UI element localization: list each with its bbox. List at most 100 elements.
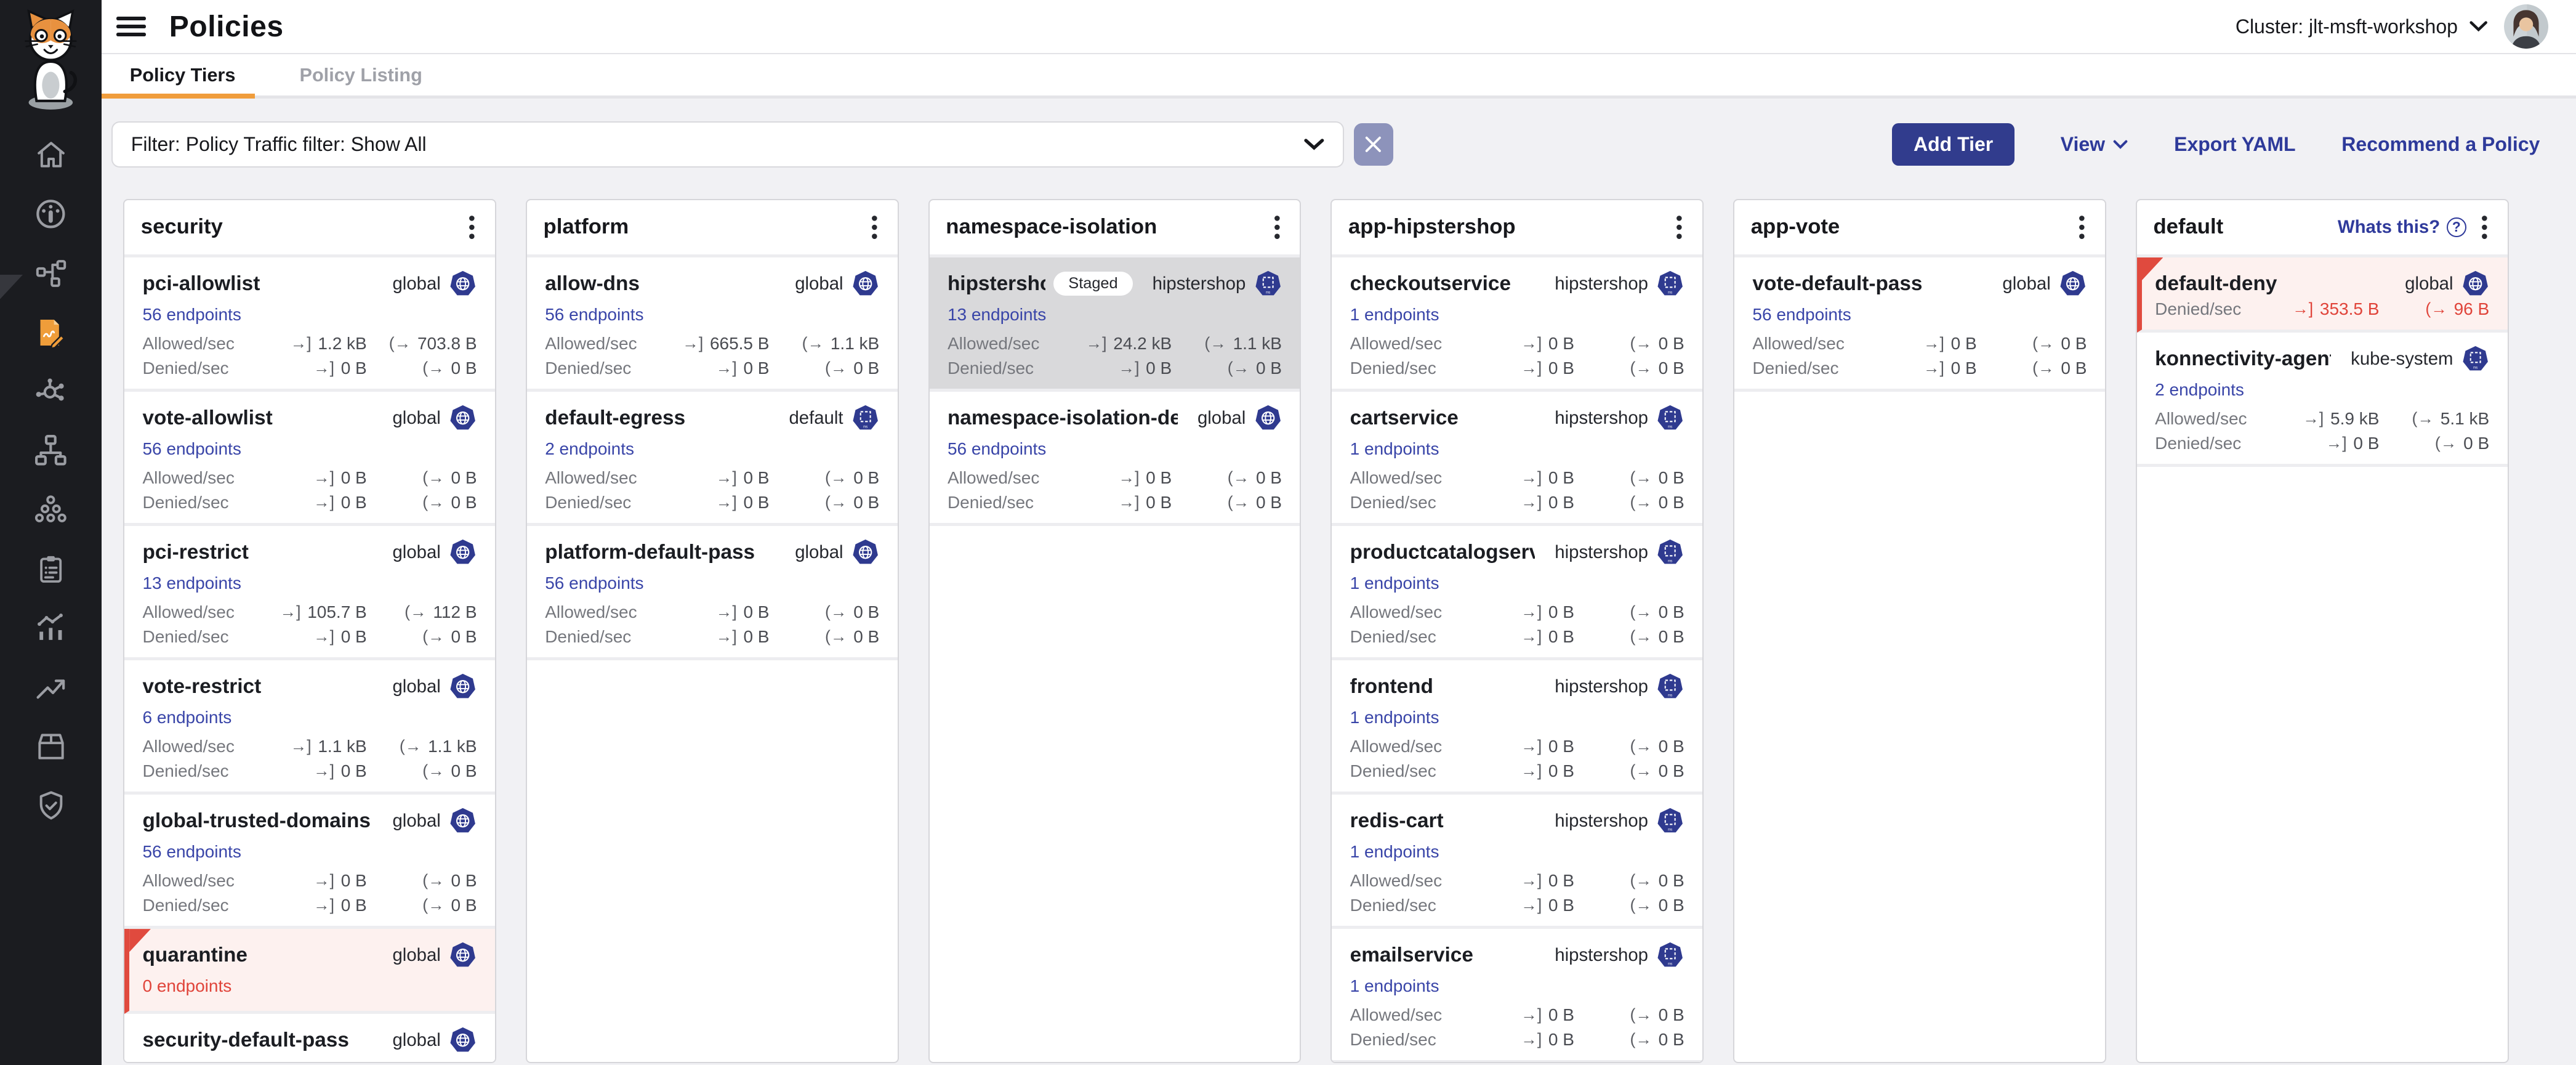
endpoints-link[interactable]: 56 endpoints: [948, 439, 1046, 459]
chevron-down-icon: [1303, 138, 1325, 151]
tab-policy-listing[interactable]: Policy Listing: [272, 54, 442, 95]
endpoints-link[interactable]: 56 endpoints: [545, 305, 643, 325]
tier-title: default: [2153, 215, 2223, 239]
policy-card-frontend[interactable]: frontend hipstershop ns 1 endpoints Allo…: [1332, 660, 1702, 795]
policy-card-vote-default-pass[interactable]: vote-default-pass global 56 endpoints Al…: [1734, 257, 2105, 392]
policy-scope-label: global: [392, 676, 440, 697]
sidebar-item-service-graph[interactable]: [0, 362, 102, 421]
global-icon: [449, 807, 477, 835]
policy-card-security-default-pass[interactable]: security-default-pass global: [124, 1014, 495, 1063]
sidebar-item-dashboard[interactable]: [0, 184, 102, 243]
whats-this-link[interactable]: Whats this? ?: [2338, 217, 2466, 238]
sidebar-item-topology[interactable]: [0, 421, 102, 480]
policy-card-platform-default-pass[interactable]: platform-default-pass global 56 endpoint…: [527, 526, 898, 660]
policy-card-quarantine[interactable]: quarantine global 0 endpoints: [124, 929, 495, 1014]
policy-card-cartservice[interactable]: cartservice hipstershop ns 1 endpoints A…: [1332, 392, 1702, 526]
policy-scope-label: hipstershop: [1555, 945, 1648, 966]
menu-icon[interactable]: [116, 17, 146, 36]
denied-per-sec-egress-value: 0 B: [853, 493, 879, 512]
allowed-per-sec-egress-value: 0 B: [451, 468, 477, 488]
endpoints-link[interactable]: 1 endpoints: [1350, 573, 1439, 593]
policy-traffic-filter-select[interactable]: Filter: Policy Traffic filter: Show All: [111, 121, 1343, 168]
endpoints-link[interactable]: 56 endpoints: [142, 305, 241, 325]
endpoints-link[interactable]: 56 endpoints: [1752, 305, 1851, 325]
svg-text:ns: ns: [1668, 962, 1673, 966]
denied-per-sec-label: Denied/sec: [545, 493, 631, 512]
endpoints-link[interactable]: 13 endpoints: [948, 305, 1046, 325]
cluster-selector[interactable]: Cluster: jlt-msft-workshop: [2236, 15, 2487, 38]
policy-card-default-deny[interactable]: default-deny global Denied/sec →]353.5 B…: [2137, 257, 2508, 333]
policy-card-vote-allowlist[interactable]: vote-allowlist global 56 endpoints Allow…: [124, 392, 495, 526]
sidebar-item-threat-defense[interactable]: [0, 776, 102, 835]
endpoints-link[interactable]: 6 endpoints: [142, 708, 231, 727]
denied-per-sec-ingress-value: 0 B: [1548, 896, 1574, 915]
allowed-per-sec-egress-value: 0 B: [1659, 334, 1684, 354]
global-icon: [449, 941, 477, 969]
policy-scope-label: kube-system: [2351, 349, 2453, 370]
endpoints-link[interactable]: 56 endpoints: [142, 842, 241, 862]
policy-card-pci-restrict[interactable]: pci-restrict global 13 endpoints Allowed…: [124, 526, 495, 660]
view-button[interactable]: View: [2061, 133, 2128, 156]
policy-card-global-trusted-domains[interactable]: global-trusted-domains global 56 endpoin…: [124, 795, 495, 929]
endpoints-link[interactable]: 56 endpoints: [545, 573, 643, 593]
policy-card-productcatalogservice[interactable]: productcatalogservice hipstershop ns 1 e…: [1332, 526, 1702, 660]
sidebar-item-compliance-reports[interactable]: [0, 540, 102, 599]
tier-menu-icon[interactable]: [868, 213, 881, 241]
denied-per-sec-label: Denied/sec: [1350, 761, 1436, 781]
policy-card-namespace-isolation-default-p…[interactable]: namespace-isolation-default-p… global 56…: [930, 392, 1300, 526]
endpoints-link[interactable]: 1 endpoints: [1350, 305, 1439, 325]
policy-card-default-egress[interactable]: default-egress default ns 2 endpoints Al…: [527, 392, 898, 526]
sidebar-item-threat-trends[interactable]: [0, 658, 102, 717]
network-sets-icon: [34, 256, 68, 291]
clear-filter-button[interactable]: [1354, 123, 1393, 166]
user-avatar[interactable]: [2504, 4, 2548, 49]
policy-card-vote-restrict[interactable]: vote-restrict global 6 endpoints Allowed…: [124, 660, 495, 795]
flow-logs-icon: [33, 610, 69, 646]
endpoints-link[interactable]: 1 endpoints: [1350, 439, 1439, 459]
tier-menu-icon[interactable]: [1673, 213, 1686, 241]
add-tier-button[interactable]: Add Tier: [1892, 123, 2015, 166]
policy-card-pci-allowlist[interactable]: pci-allowlist global 56 endpoints Allowe…: [124, 257, 495, 392]
sidebar-item-image-assurance[interactable]: [0, 717, 102, 776]
egress-icon: (→: [422, 358, 445, 378]
policy-card-checkoutservice[interactable]: checkoutservice hipstershop ns 1 endpoin…: [1332, 257, 1702, 392]
egress-icon: (→: [2412, 409, 2434, 428]
endpoints-link[interactable]: 1 endpoints: [1350, 708, 1439, 727]
policy-card-emailservice[interactable]: emailservice hipstershop ns 1 endpoints …: [1332, 929, 1702, 1063]
tier-title: security: [141, 215, 223, 239]
endpoints-link[interactable]: 2 endpoints: [2155, 380, 2244, 400]
ingress-icon: →]: [313, 871, 334, 890]
sidebar-item-home[interactable]: [0, 125, 102, 184]
endpoints-link[interactable]: 13 endpoints: [142, 573, 241, 593]
endpoints-link[interactable]: 56 endpoints: [142, 439, 241, 459]
tier-menu-icon[interactable]: [2075, 213, 2088, 241]
policy-card-allow-dns[interactable]: allow-dns global 56 endpoints Allowed/se…: [527, 257, 898, 392]
export-yaml-button[interactable]: Export YAML: [2174, 133, 2295, 156]
tab-policy-tiers[interactable]: Policy Tiers: [102, 54, 255, 95]
tier-menu-icon[interactable]: [465, 213, 478, 241]
allowed-per-sec-label: Allowed/sec: [1350, 468, 1442, 488]
endpoints-link[interactable]: 1 endpoints: [1350, 976, 1439, 996]
endpoints-link[interactable]: 1 endpoints: [1350, 842, 1439, 862]
ingress-icon: →]: [313, 358, 334, 378]
endpoints-link[interactable]: 2 endpoints: [545, 439, 634, 459]
ingress-icon: →]: [1521, 1005, 1542, 1024]
policy-scope-label: global: [392, 408, 440, 429]
tier-menu-icon[interactable]: [1270, 213, 1283, 241]
policy-card-konnectivity-agent[interactable]: konnectivity-agent kube-system ns 2 endp…: [2137, 333, 2508, 467]
endpoints-link[interactable]: 0 endpoints: [142, 976, 231, 996]
policy-card-redis-cart[interactable]: redis-cart hipstershop ns 1 endpoints Al…: [1332, 795, 1702, 929]
sidebar-item-endpoints[interactable]: [0, 480, 102, 540]
recommend-policy-button[interactable]: Recommend a Policy: [2341, 133, 2540, 156]
sidebar-item-policies[interactable]: [0, 303, 102, 362]
tier-menu-icon[interactable]: [2478, 213, 2491, 241]
toolbar-actions: Add Tier View Export YAML Recommend a Po…: [1892, 123, 2540, 166]
denied-per-sec-egress-value: 0 B: [451, 358, 477, 378]
policy-card-hipstershop-gh…[interactable]: hipstershop-gh…Staged hipstershop ns 13 …: [930, 257, 1300, 392]
allowed-per-sec-ingress-value: 0 B: [1548, 602, 1574, 622]
sidebar-item-flow-logs[interactable]: [0, 599, 102, 658]
policy-name: pci-allowlist: [142, 272, 260, 296]
ingress-icon: →]: [313, 493, 334, 512]
sidebar-item-network-sets[interactable]: [0, 244, 102, 303]
tier-column-app-vote: app-vote vote-default-pass global 56 end…: [1733, 199, 2106, 1064]
